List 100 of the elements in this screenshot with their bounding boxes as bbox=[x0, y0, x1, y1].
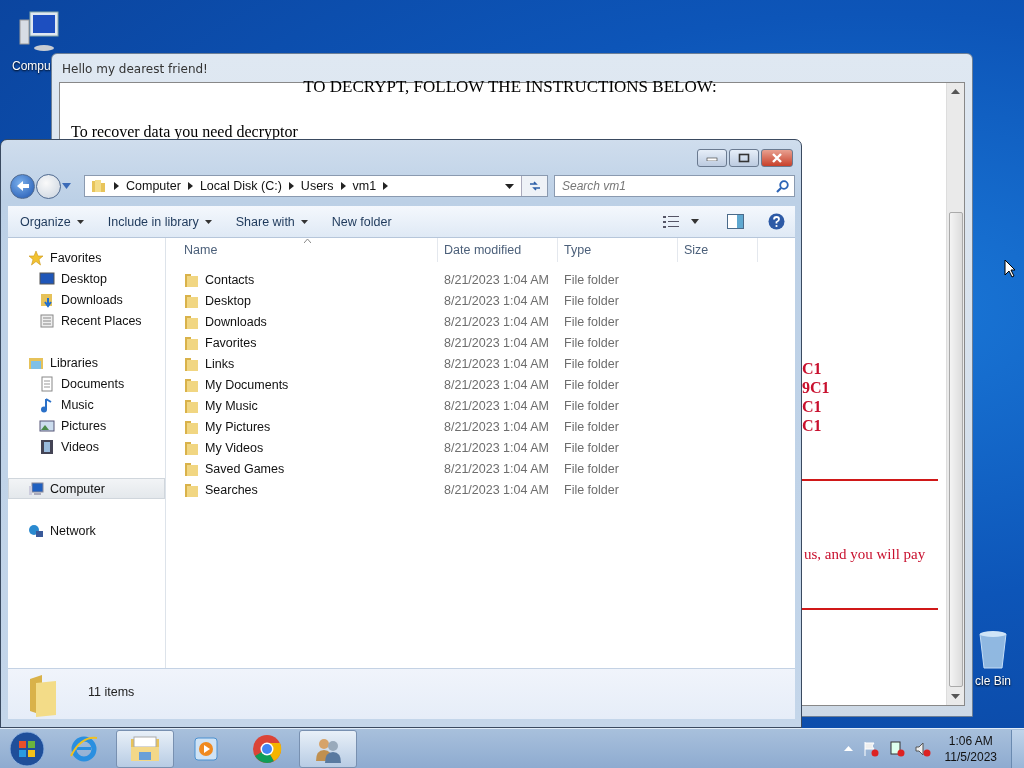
table-cell-text: File folder bbox=[563, 440, 620, 455]
maximize-button[interactable] bbox=[729, 149, 759, 167]
address-bar[interactable]: Computer Local Disk (C:) Users vm1 bbox=[84, 175, 548, 197]
file-name: My Videos bbox=[205, 440, 264, 455]
navigation-item[interactable]: Documents bbox=[8, 373, 165, 394]
navigation-item[interactable]: Music bbox=[8, 394, 165, 415]
breadcrumb[interactable]: Local Disk (C:) bbox=[199, 179, 282, 193]
file-row[interactable]: My Pictures 8/21/2023 1:04 AM File folder bbox=[166, 416, 795, 437]
breadcrumb-arrow-icon[interactable] bbox=[187, 182, 193, 190]
folder-icon bbox=[184, 376, 200, 393]
scrollbar[interactable] bbox=[946, 83, 964, 705]
column-header[interactable]: Name bbox=[166, 238, 438, 262]
close-icon bbox=[771, 153, 783, 163]
taskbar-button[interactable] bbox=[299, 729, 357, 768]
navigation-item[interactable]: Computer bbox=[8, 478, 165, 499]
navigation-item[interactable]: Desktop bbox=[8, 268, 165, 289]
breadcrumb-arrow-icon[interactable] bbox=[114, 182, 119, 190]
navigation-item[interactable]: Downloads bbox=[8, 289, 165, 310]
paragraph: us, and you will pay bbox=[804, 546, 926, 563]
toolbar-button[interactable]: New folder bbox=[331, 214, 392, 229]
breadcrumb-arrow-icon[interactable] bbox=[383, 182, 389, 190]
view-list-icon[interactable] bbox=[663, 215, 679, 228]
file-name: My Pictures bbox=[205, 419, 271, 434]
toolbar-button[interactable]: Include in library bbox=[107, 214, 212, 229]
folder-icon bbox=[129, 734, 161, 763]
desktop-icon-label[interactable]: Compu bbox=[12, 59, 51, 73]
recycle-bin-icon[interactable] bbox=[978, 630, 1008, 670]
folder-icon bbox=[184, 313, 200, 330]
breadcrumb[interactable]: Computer bbox=[126, 179, 181, 193]
file-name: Desktop bbox=[205, 293, 251, 308]
file-row[interactable]: Favorites 8/21/2023 1:04 AM File folder bbox=[166, 332, 795, 353]
navigation-item[interactable]: Pictures bbox=[8, 415, 165, 436]
code-fragment: C1 bbox=[802, 397, 823, 416]
table-cell-text: 8/21/2023 1:04 AM bbox=[443, 461, 550, 476]
file-row[interactable]: My Music 8/21/2023 1:04 AM File folder bbox=[166, 395, 795, 416]
navigation-item[interactable]: Libraries bbox=[8, 352, 165, 373]
file-name: Saved Games bbox=[205, 461, 285, 476]
search-icon[interactable] bbox=[776, 179, 789, 193]
film-icon bbox=[39, 438, 55, 455]
caret-icon bbox=[300, 219, 308, 224]
back-button[interactable] bbox=[10, 173, 35, 199]
computer-icon[interactable] bbox=[16, 10, 60, 54]
table-cell-text: 8/21/2023 1:04 AM bbox=[443, 440, 550, 455]
file-row[interactable]: Saved Games 8/21/2023 1:04 AM File folder bbox=[166, 458, 795, 479]
close-button[interactable] bbox=[761, 149, 793, 167]
table-cell-text: File folder bbox=[563, 314, 620, 329]
file-row[interactable]: Downloads 8/21/2023 1:04 AM File folder bbox=[166, 311, 795, 332]
file-row[interactable]: My Documents 8/21/2023 1:04 AM File folder bbox=[166, 374, 795, 395]
breadcrumb-arrow-icon[interactable] bbox=[288, 182, 294, 190]
file-row[interactable]: Links 8/21/2023 1:04 AM File folder bbox=[166, 353, 795, 374]
breadcrumb[interactable]: vm1 bbox=[352, 179, 377, 193]
start-button[interactable] bbox=[9, 730, 45, 767]
file-row[interactable]: Contacts 8/21/2023 1:04 AM File folder bbox=[166, 269, 795, 290]
file-row[interactable]: My Videos 8/21/2023 1:04 AM File folder bbox=[166, 437, 795, 458]
breadcrumb[interactable]: Users bbox=[300, 179, 334, 193]
taskbar-button[interactable] bbox=[116, 729, 174, 768]
clock[interactable]: 1:06 AM 11/5/2023 bbox=[944, 732, 997, 765]
table-cell-text: 8/21/2023 1:04 AM bbox=[443, 398, 550, 413]
caret-icon bbox=[76, 219, 84, 224]
scroll-thumb[interactable] bbox=[948, 212, 963, 687]
file-name: Favorites bbox=[205, 335, 257, 350]
search-field[interactable]: Search vm1 bbox=[555, 178, 776, 194]
breadcrumb-arrow-icon[interactable] bbox=[340, 182, 346, 190]
minimize-button[interactable] bbox=[697, 149, 727, 167]
file-row[interactable]: Searches 8/21/2023 1:04 AM File folder bbox=[166, 479, 795, 500]
dropdown-caret-icon[interactable] bbox=[505, 183, 514, 189]
computer-icon bbox=[28, 480, 44, 497]
preview-pane-icon[interactable] bbox=[727, 214, 744, 229]
toolbar-button[interactable]: Share with bbox=[235, 214, 308, 229]
toolbar-button[interactable]: Organize bbox=[20, 214, 84, 229]
mouse-cursor-icon bbox=[1004, 259, 1016, 278]
folder-icon bbox=[184, 481, 200, 498]
star-icon bbox=[28, 249, 44, 266]
navigation-item[interactable]: Favorites bbox=[8, 247, 165, 268]
table-cell-text: 8/21/2023 1:04 AM bbox=[443, 419, 550, 434]
file-row[interactable]: Desktop 8/21/2023 1:04 AM File folder bbox=[166, 290, 795, 311]
caret-icon bbox=[204, 219, 212, 224]
search-box[interactable]: Search vm1 bbox=[554, 175, 795, 197]
column-header[interactable]: Size bbox=[678, 238, 758, 262]
dropdown-caret-icon[interactable] bbox=[691, 219, 699, 224]
scroll-down-icon[interactable] bbox=[951, 694, 960, 699]
maximize-icon bbox=[738, 153, 750, 163]
flag-icon[interactable] bbox=[862, 740, 879, 757]
window-title: Hello my dearest friend! bbox=[62, 62, 208, 76]
column-header[interactable]: Date modified bbox=[438, 238, 558, 262]
network-icon[interactable] bbox=[888, 740, 905, 757]
forward-button[interactable] bbox=[36, 173, 61, 199]
recent-pages-caret-icon[interactable] bbox=[62, 183, 71, 189]
document-icon bbox=[39, 375, 55, 392]
navigation-item[interactable]: Videos bbox=[8, 436, 165, 457]
volume-icon[interactable] bbox=[914, 740, 931, 757]
navigation-item[interactable]: Recent Places bbox=[8, 310, 165, 331]
help-icon[interactable] bbox=[768, 213, 785, 230]
folder-icon bbox=[184, 418, 200, 435]
refresh-button[interactable] bbox=[521, 176, 547, 196]
folder-icon bbox=[184, 397, 200, 414]
column-header[interactable]: Type bbox=[558, 238, 678, 262]
scroll-up-icon[interactable] bbox=[951, 89, 960, 94]
desktop-icon-label[interactable]: cle Bin bbox=[975, 674, 1012, 688]
navigation-item[interactable]: Network bbox=[8, 520, 165, 541]
